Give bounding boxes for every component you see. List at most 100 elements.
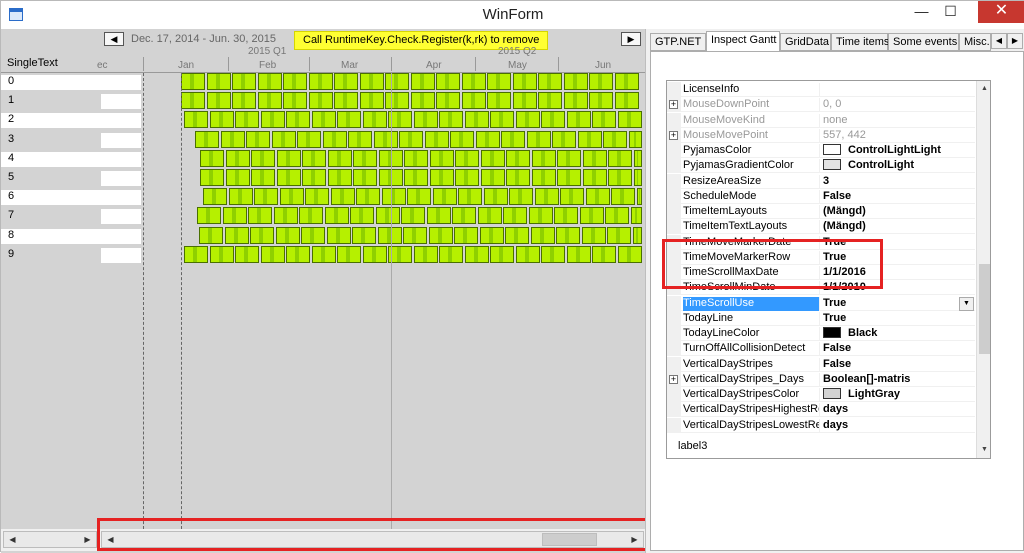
property-value[interactable]: LightGray bbox=[823, 388, 975, 402]
tab-scroll-left-icon[interactable]: ◀ bbox=[991, 33, 1007, 49]
time-item-bar[interactable] bbox=[531, 227, 555, 244]
time-item-bar[interactable] bbox=[229, 188, 253, 205]
time-item-bar[interactable] bbox=[302, 169, 326, 186]
scroll-down-icon[interactable]: ▼ bbox=[977, 442, 990, 458]
time-item-bar[interactable] bbox=[297, 131, 321, 148]
time-item-bar[interactable] bbox=[439, 246, 463, 263]
time-item-bar[interactable] bbox=[353, 150, 377, 167]
time-item-bar[interactable] bbox=[454, 227, 478, 244]
scrollbar-thumb[interactable] bbox=[979, 264, 990, 354]
nav-next-button[interactable]: ▶ bbox=[621, 32, 641, 46]
property-row[interactable]: + MouseMovePoint 557, 442 bbox=[667, 127, 975, 143]
time-item-bar[interactable] bbox=[407, 188, 431, 205]
time-item-bar[interactable] bbox=[327, 227, 351, 244]
time-item-bar[interactable] bbox=[465, 246, 489, 263]
time-item-bar[interactable] bbox=[481, 150, 505, 167]
time-item-bar[interactable] bbox=[250, 227, 274, 244]
time-item-bar[interactable] bbox=[181, 92, 205, 109]
tab-time-items[interactable]: Time items bbox=[831, 33, 889, 51]
time-item-bar[interactable] bbox=[427, 207, 451, 224]
time-item-bar[interactable] bbox=[286, 111, 310, 128]
time-item-bar[interactable] bbox=[605, 207, 629, 224]
time-item-bar[interactable] bbox=[615, 92, 639, 109]
property-row[interactable]: TimeScrollUse True ▼ bbox=[667, 295, 975, 311]
property-row[interactable]: ResizeAreaSize 3 bbox=[667, 173, 975, 189]
tab-misc[interactable]: Misc. bbox=[959, 33, 991, 51]
time-item-bar[interactable] bbox=[430, 169, 454, 186]
time-item-bar[interactable] bbox=[232, 92, 256, 109]
time-item-bar[interactable] bbox=[503, 207, 527, 224]
time-item-bar[interactable] bbox=[312, 111, 336, 128]
time-item-bar[interactable] bbox=[516, 246, 540, 263]
time-item-bar[interactable] bbox=[200, 169, 224, 186]
time-item-bar[interactable] bbox=[529, 207, 553, 224]
time-item-bar[interactable] bbox=[404, 169, 428, 186]
time-item-bar[interactable] bbox=[490, 111, 514, 128]
property-row[interactable]: VerticalDayStripes False bbox=[667, 356, 975, 372]
property-row[interactable]: TimeItemLayouts (Mängd) bbox=[667, 204, 975, 219]
time-item-bar[interactable] bbox=[506, 169, 530, 186]
time-item-bar[interactable] bbox=[376, 207, 400, 224]
time-item-bar[interactable] bbox=[411, 73, 435, 90]
time-item-bar[interactable] bbox=[360, 92, 384, 109]
property-value[interactable]: False bbox=[823, 342, 975, 356]
property-row[interactable]: ScheduleMode False bbox=[667, 188, 975, 204]
time-item-bar[interactable] bbox=[401, 207, 425, 224]
time-item-bar[interactable] bbox=[564, 73, 588, 90]
time-item-bar[interactable] bbox=[607, 227, 631, 244]
time-item-bar[interactable] bbox=[353, 169, 377, 186]
time-item-bar[interactable] bbox=[554, 207, 578, 224]
time-item-bar[interactable] bbox=[328, 169, 352, 186]
time-item-bar[interactable] bbox=[634, 169, 642, 186]
time-item-bar[interactable] bbox=[356, 188, 380, 205]
time-item-bar[interactable] bbox=[385, 73, 409, 90]
time-item-bar[interactable] bbox=[505, 227, 529, 244]
property-grid-scrollbar[interactable]: ▲ ▼ bbox=[976, 81, 990, 458]
maximize-button[interactable]: ☐ bbox=[936, 1, 965, 23]
nav-prev-button[interactable]: ◀ bbox=[104, 32, 124, 46]
time-item-bar[interactable] bbox=[360, 73, 384, 90]
property-value[interactable]: 0, 0 bbox=[823, 98, 975, 112]
time-item-bar[interactable] bbox=[374, 131, 398, 148]
time-item-bar[interactable] bbox=[334, 92, 358, 109]
property-value[interactable] bbox=[823, 83, 975, 97]
time-item-bar[interactable] bbox=[235, 111, 259, 128]
property-row[interactable]: TimeItemTextLayouts (Mängd) bbox=[667, 219, 975, 235]
property-value[interactable]: ControlLightLight bbox=[823, 144, 975, 158]
scroll-right-icon[interactable]: ▶ bbox=[79, 532, 96, 547]
time-item-bar[interactable] bbox=[305, 188, 329, 205]
property-value[interactable]: (Mängd) bbox=[823, 220, 975, 234]
time-item-bar[interactable] bbox=[583, 150, 607, 167]
time-item-bar[interactable] bbox=[309, 92, 333, 109]
time-item-bar[interactable] bbox=[276, 227, 300, 244]
time-item-bar[interactable] bbox=[583, 169, 607, 186]
time-item-bar[interactable] bbox=[462, 92, 486, 109]
property-row[interactable]: VerticalDayStripesLowestRe days bbox=[667, 417, 975, 433]
time-item-bar[interactable] bbox=[184, 246, 208, 263]
time-item-bar[interactable] bbox=[538, 73, 562, 90]
time-item-bar[interactable] bbox=[556, 227, 580, 244]
time-item-bar[interactable] bbox=[251, 169, 275, 186]
time-item-bar[interactable] bbox=[603, 131, 627, 148]
time-item-bar[interactable] bbox=[404, 150, 428, 167]
time-item-bar[interactable] bbox=[429, 227, 453, 244]
time-item-bar[interactable] bbox=[532, 169, 556, 186]
property-value[interactable]: 3 bbox=[823, 175, 975, 189]
time-item-bar[interactable] bbox=[589, 92, 613, 109]
time-item-bar[interactable] bbox=[433, 188, 457, 205]
property-row[interactable]: VerticalDayStripesHighestRe days bbox=[667, 402, 975, 418]
time-item-bar[interactable] bbox=[589, 73, 613, 90]
scroll-up-icon[interactable]: ▲ bbox=[977, 81, 990, 97]
time-item-bar[interactable] bbox=[513, 92, 537, 109]
time-item-bar[interactable] bbox=[637, 188, 642, 205]
time-item-bar[interactable] bbox=[552, 131, 576, 148]
time-item-bar[interactable] bbox=[334, 73, 358, 90]
time-item-bar[interactable] bbox=[592, 246, 616, 263]
time-item-bar[interactable] bbox=[337, 246, 361, 263]
time-item-bar[interactable] bbox=[538, 92, 562, 109]
tab-gtp-net[interactable]: GTP.NET bbox=[650, 33, 706, 51]
time-item-bar[interactable] bbox=[629, 131, 642, 148]
time-item-bar[interactable] bbox=[436, 92, 460, 109]
time-item-bar[interactable] bbox=[481, 169, 505, 186]
time-item-bar[interactable] bbox=[226, 169, 250, 186]
